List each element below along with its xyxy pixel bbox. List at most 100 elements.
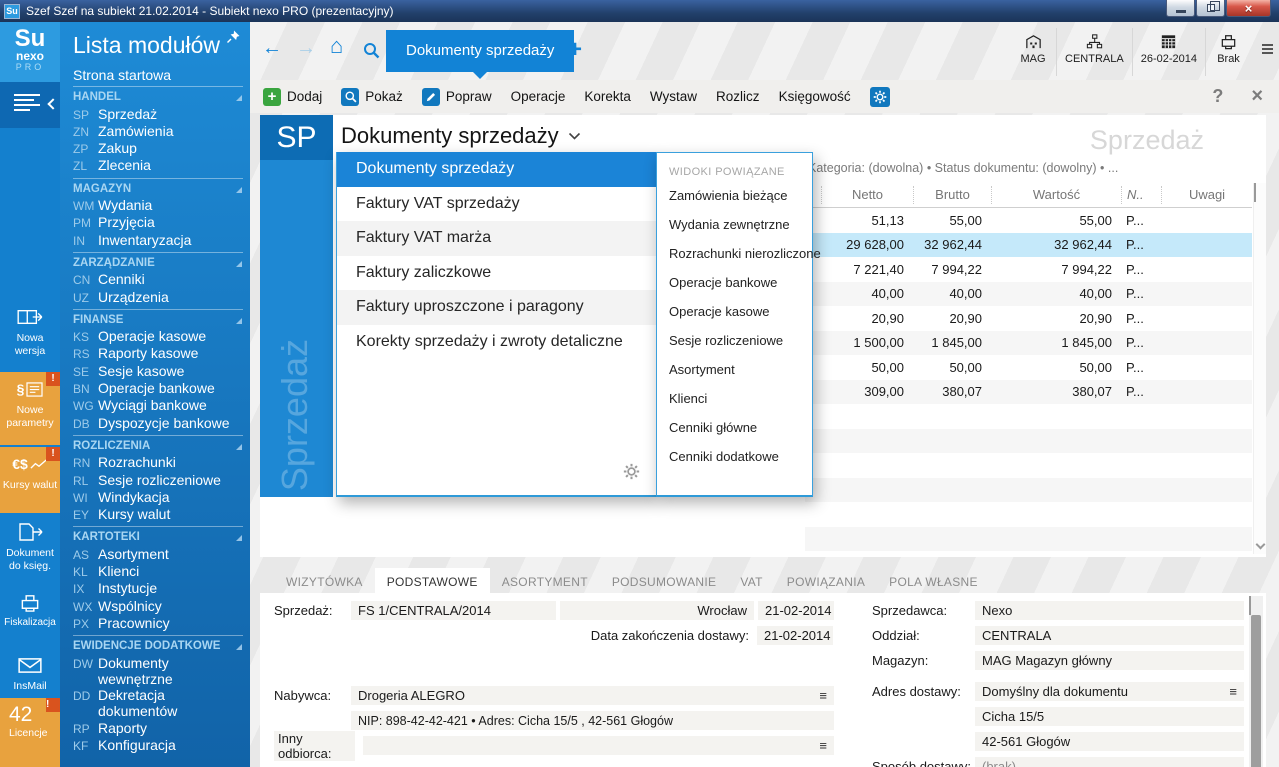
- menu-item[interactable]: Dokumenty sprzedaży: [337, 152, 656, 187]
- fiscal-status[interactable]: Brak: [1205, 28, 1251, 76]
- settings-gear-button[interactable]: [870, 87, 890, 107]
- details-tab[interactable]: POWIĄZANIA: [775, 568, 877, 593]
- table-row[interactable]: .. 20,90 20,90 20,90 P...: [805, 306, 1252, 331]
- sidebar-item[interactable]: SE Sesje kasowe: [73, 363, 243, 380]
- quick-item-kursy-walut[interactable]: ! €$ Kursy walut: [0, 447, 60, 513]
- related-view-item[interactable]: Cenniki główne: [657, 413, 812, 442]
- other-recipient-field[interactable]: ≡: [363, 736, 834, 755]
- close-button[interactable]: ×: [1226, 0, 1271, 17]
- table-row[interactable]: .. 50,00 50,00 50,00 P...: [805, 355, 1252, 380]
- column-header-wartosc[interactable]: Wartość: [991, 186, 1121, 204]
- field-menu-icon[interactable]: ≡: [1223, 684, 1237, 699]
- related-view-item[interactable]: Operacje kasowe: [657, 297, 812, 326]
- branch-selector[interactable]: CENTRALA: [1056, 28, 1132, 76]
- sidebar-item[interactable]: WM Wydania: [73, 197, 243, 214]
- delivery-address-line2[interactable]: Cicha 15/5: [975, 707, 1244, 726]
- correction-menu[interactable]: Korekta: [584, 89, 631, 104]
- column-header-brutto[interactable]: Brutto: [913, 186, 991, 204]
- related-view-item[interactable]: Wydania zewnętrzne: [657, 210, 812, 239]
- details-tab[interactable]: PODSTAWOWE: [375, 568, 490, 593]
- settle-menu[interactable]: Rozlicz: [716, 89, 760, 104]
- sidebar-toggle-button[interactable]: [0, 82, 60, 128]
- related-view-item[interactable]: Operacje bankowe: [657, 268, 812, 297]
- details-tab[interactable]: WIZYTÓWKA: [274, 568, 375, 593]
- related-view-item[interactable]: Cenniki dodatkowe: [657, 442, 812, 471]
- quick-item-nowe-parametry[interactable]: ! § Nowe parametry: [0, 372, 60, 445]
- sidebar-item[interactable]: AS Asortyment: [73, 546, 243, 563]
- search-button[interactable]: [362, 39, 380, 59]
- sidebar-item[interactable]: EY Kursy walut: [73, 506, 243, 523]
- related-view-item[interactable]: Klienci: [657, 384, 812, 413]
- menu-item[interactable]: Faktury VAT sprzedaży: [337, 187, 656, 222]
- sale-date-field[interactable]: 21-02-2014: [758, 601, 834, 620]
- sidebar-item[interactable]: RL Sesje rozliczeniowe: [73, 472, 243, 489]
- sidebar-item[interactable]: ROZLICZENIA: [73, 435, 243, 454]
- sidebar-item[interactable]: SP Sprzedaż: [73, 106, 243, 123]
- sidebar-item[interactable]: IX Instytucje: [73, 580, 243, 597]
- sidebar-item[interactable]: FINANSE: [73, 309, 243, 328]
- details-tab[interactable]: PODSUMOWANIE: [600, 568, 729, 593]
- sidebar-item[interactable]: WG Wyciągi bankowe: [73, 397, 243, 414]
- sidebar-item[interactable]: ZL Zlecenia: [73, 157, 243, 174]
- quick-item-dokument-do-ksieg[interactable]: Dokument do księg.: [0, 515, 60, 583]
- column-header-n[interactable]: N..: [1121, 186, 1161, 204]
- branch-field[interactable]: CENTRALA: [975, 626, 1244, 645]
- sale-number-field[interactable]: FS 1/CENTRALA/2014: [351, 601, 556, 620]
- seller-field[interactable]: Nexo: [975, 601, 1244, 620]
- table-row[interactable]: .. 51,13 55,00 55,00 P...: [805, 208, 1252, 233]
- delivery-end-date-field[interactable]: 21-02-2014: [757, 626, 833, 645]
- table-row[interactable]: 1 500,00 1 845,00 1 845,00 P...: [805, 331, 1252, 356]
- add-button[interactable]: + Dodaj: [263, 88, 322, 106]
- table-row[interactable]: 309,00 380,07 380,07 P...: [805, 380, 1252, 405]
- sidebar-item[interactable]: UZ Urządzenia: [73, 289, 243, 306]
- sidebar-item[interactable]: Strona startowa: [73, 67, 243, 83]
- window-menu-icon[interactable]: [1262, 44, 1273, 56]
- scroll-down-icon[interactable]: [1256, 540, 1266, 550]
- sidebar-item[interactable]: IN Inwentaryzacja: [73, 232, 243, 249]
- edit-button[interactable]: Popraw: [422, 88, 492, 106]
- related-view-item[interactable]: Sesje rozliczeniowe: [657, 326, 812, 355]
- tab-dokumenty-sprzedazy[interactable]: Dokumenty sprzedaży: [386, 30, 574, 72]
- sidebar-item[interactable]: RP Raporty: [73, 720, 243, 737]
- warehouse-selector[interactable]: MAG: [1010, 28, 1056, 76]
- table-scrollbar[interactable]: [1253, 183, 1266, 554]
- scroll-up-icon[interactable]: [1249, 596, 1251, 615]
- sidebar-item[interactable]: EWIDENCJE DODATKOWE: [73, 635, 243, 654]
- details-tab[interactable]: ASORTYMENT: [490, 568, 600, 593]
- sidebar-item[interactable]: DW Dokumenty wewnętrzne: [73, 655, 243, 688]
- close-view-button[interactable]: ×: [1251, 86, 1263, 107]
- app-logo[interactable]: Su nexo PRO: [0, 22, 60, 82]
- scrollbar-thumb[interactable]: [1251, 615, 1261, 767]
- sidebar-item[interactable]: HANDEL: [73, 86, 243, 105]
- sidebar-item[interactable]: WI Windykacja: [73, 489, 243, 506]
- sidebar-item[interactable]: RS Raporty kasowe: [73, 345, 243, 362]
- accounting-menu[interactable]: Księgowość: [779, 89, 851, 104]
- column-header-netto[interactable]: Netto: [821, 186, 913, 204]
- sidebar-item[interactable]: KF Konfiguracja: [73, 737, 243, 754]
- sidebar-item[interactable]: DD Dekretacja dokumentów: [73, 687, 243, 720]
- related-view-item[interactable]: Rozrachunki nierozliczone: [657, 239, 812, 268]
- shipping-method-field[interactable]: (brak): [975, 757, 1244, 767]
- menu-item[interactable]: Faktury VAT marża: [337, 221, 656, 256]
- sidebar-item[interactable]: WX Wspólnicy: [73, 598, 243, 615]
- back-button[interactable]: ←: [262, 38, 282, 58]
- table-row[interactable]: 29 628,00 32 962,44 32 962,44 P...: [805, 233, 1252, 258]
- quick-item-insmail[interactable]: InsMail: [0, 648, 60, 696]
- sidebar-item[interactable]: KL Klienci: [73, 563, 243, 580]
- operations-menu[interactable]: Operacje: [511, 89, 566, 104]
- forward-button[interactable]: →: [296, 38, 316, 58]
- delivery-address-line3[interactable]: 42-561 Głogów: [975, 732, 1244, 751]
- sidebar-item[interactable]: RN Rozrachunki: [73, 454, 243, 471]
- sale-city-field[interactable]: Wrocław: [560, 601, 754, 620]
- sidebar-item[interactable]: PX Pracownicy: [73, 615, 243, 632]
- pin-icon[interactable]: [225, 29, 241, 45]
- sidebar-item[interactable]: MAGAZYN: [73, 178, 243, 197]
- new-tab-button[interactable]: +: [568, 36, 582, 64]
- details-tab[interactable]: VAT: [728, 568, 774, 593]
- sidebar-item[interactable]: ZP Zakup: [73, 140, 243, 157]
- scroll-up-icon[interactable]: [1254, 183, 1256, 202]
- details-scrollbar[interactable]: [1249, 596, 1263, 767]
- sidebar-item[interactable]: CN Cenniki: [73, 271, 243, 288]
- home-button[interactable]: ⌂: [330, 36, 343, 56]
- column-header-uwagi[interactable]: Uwagi: [1161, 186, 1252, 204]
